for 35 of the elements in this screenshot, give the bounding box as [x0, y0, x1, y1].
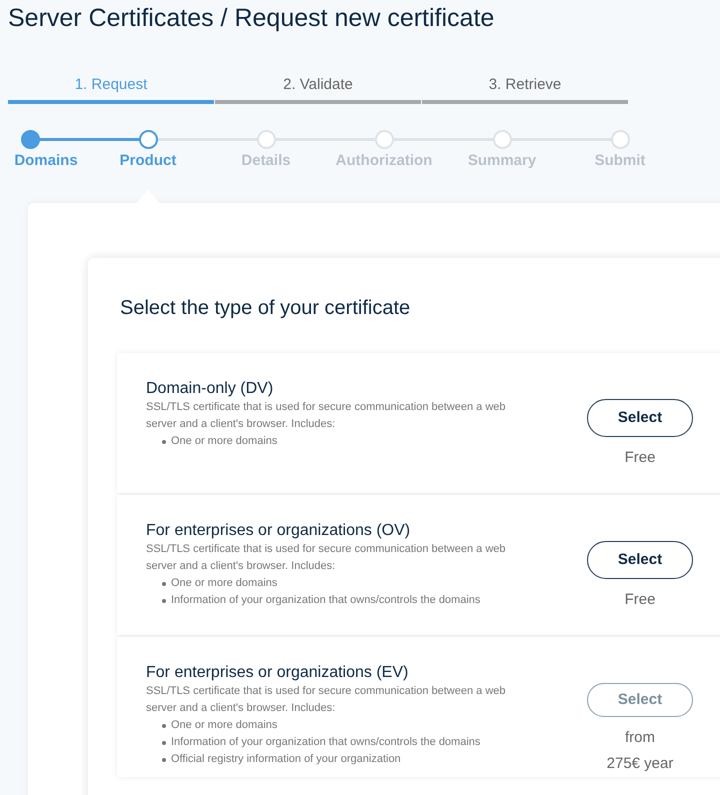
bullet-icon	[162, 758, 166, 762]
bullet-icon	[162, 440, 166, 444]
step-tab[interactable]: 2. Validate	[215, 74, 421, 104]
step-label: Product	[120, 150, 176, 170]
feature-text: One or more domains	[171, 434, 278, 449]
page-title: Server Certificates / Request new certificate	[7, 3, 494, 34]
select-button[interactable]: Select	[587, 541, 693, 579]
option-description: SSL/TLS certificate that is used for secure communication between a web server and a client's browser. Includes:	[146, 400, 507, 432]
step-label: Submit	[594, 150, 646, 170]
feature-text: One or more domains	[171, 718, 278, 733]
step-tab[interactable]: 1. Request	[8, 74, 214, 104]
option-title: For enterprises or organizations (OV)	[146, 521, 410, 541]
step-tab[interactable]: 3. Retrieve	[422, 74, 628, 104]
step-label: Details	[241, 150, 291, 170]
option-description: SSL/TLS certificate that is used for secure communication between a web server and a client's browser. Includes:	[146, 542, 507, 574]
step-label: Summary	[468, 150, 536, 170]
step-label: Authorization	[336, 150, 432, 170]
bullet-icon	[162, 582, 166, 586]
section-title: Select the type of your certificate	[120, 296, 410, 321]
feature-text: Information of your organization that owns/controls the domains	[171, 593, 480, 608]
option-title: For enterprises or organizations (EV)	[146, 663, 408, 683]
price-text: Free	[624, 448, 656, 468]
select-button[interactable]: Select	[587, 399, 693, 437]
price-text: 275€ year	[606, 754, 674, 774]
step-label: Domains	[14, 150, 78, 170]
bullet-icon	[162, 740, 166, 744]
price-text: Free	[624, 590, 656, 610]
option-description: SSL/TLS certificate that is used for secure communication between a web server and a client's browser. Includes:	[146, 684, 507, 716]
option-title: Domain-only (DV)	[146, 379, 274, 399]
feature-text: Information of your organization that owns/controls the domains	[171, 735, 480, 750]
bullet-icon	[162, 724, 166, 728]
price-text: from	[625, 728, 655, 748]
feature-text: Official registry information of your organization	[171, 752, 401, 767]
bullet-icon	[162, 598, 166, 602]
feature-text: One or more domains	[171, 576, 278, 591]
